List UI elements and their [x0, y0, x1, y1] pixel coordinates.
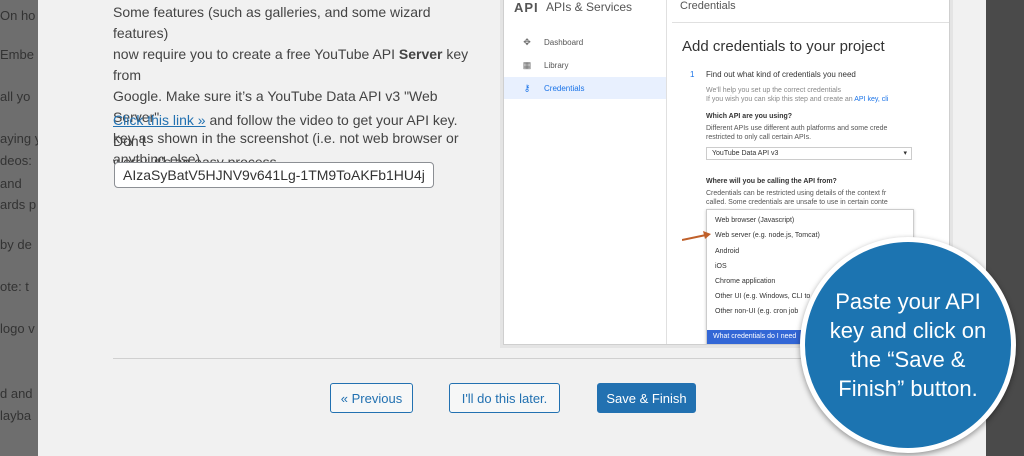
screenshot-nav-dashboard: ✥ Dashboard [504, 31, 666, 53]
screenshot-question: Where will you be calling the API from? [706, 178, 837, 185]
diamond-icon: ✥ [523, 36, 531, 47]
screenshot-question-desc: Credentials can be restricted using deta… [706, 190, 887, 197]
bg-fragment: ards p [0, 197, 37, 212]
screenshot-question: Which API are you using? [706, 113, 793, 120]
bg-fragment: all yo [0, 89, 31, 104]
save-finish-button[interactable]: Save & Finish [597, 383, 696, 413]
screenshot-option: Chrome application [715, 278, 776, 285]
screenshot-step-title: Find out what kind of credentials you ne… [706, 70, 856, 79]
screenshot-section-title: APIs & Services [546, 0, 633, 14]
screenshot-question-desc: Different APIs use different auth platfo… [706, 125, 888, 132]
bg-fragment: On ho [0, 8, 36, 23]
callout-text: Paste your API key and click on the “Sav… [829, 289, 987, 401]
grid-icon: ▦ [522, 59, 532, 70]
screenshot-help: If you wish you can skip this step and c… [706, 96, 889, 103]
bg-fragment: layba [0, 408, 32, 423]
footer-divider [113, 358, 873, 359]
chevron-down-icon: ▾ [903, 150, 907, 157]
screenshot-option: Web browser (Javascript) [715, 217, 795, 224]
do-later-button[interactable]: I'll do this later. [449, 383, 560, 413]
bg-fragment: by de [0, 237, 32, 252]
api-key-link[interactable]: Click this link » [113, 112, 206, 128]
instruction-callout: Paste your API key and click on the “Sav… [800, 237, 1016, 453]
screenshot-option: Web server (e.g. node.js, Tomcat) [715, 232, 820, 239]
screenshot-option: Android [715, 248, 740, 255]
screenshot-divider [672, 22, 949, 23]
screenshot-option: iOS [715, 263, 727, 270]
screenshot-nav-credentials: ⚷ Credentials [504, 77, 666, 99]
screenshot-option: Other UI (e.g. Windows, CLI to [715, 293, 811, 300]
screenshot-api-select: YouTube Data API v3 ▾ [706, 147, 912, 160]
bg-fragment: d and [0, 386, 33, 401]
screenshot-option: Other non-UI (e.g. cron job [715, 308, 799, 315]
bg-fragment: deos: [0, 153, 32, 168]
screenshot-step-number: 1 [690, 70, 695, 79]
screenshot-sidebar: API APIs & Services ✥ Dashboard ▦ Library … [504, 0, 667, 344]
bg-fragment: logo v [0, 321, 35, 336]
api-key-input[interactable] [114, 162, 434, 188]
bg-fragment: Embe [0, 47, 34, 62]
arrow-icon [682, 231, 711, 241]
intro-line: Some features (such as galleries, and so… [113, 4, 431, 41]
intro-line: now require you to create a free YouTube… [113, 46, 469, 83]
screenshot-question-desc: called. Some credentials are unsafe to u… [706, 199, 888, 206]
screenshot-nav-library: ▦ Library [504, 54, 666, 76]
key-icon: ⚷ [523, 82, 531, 93]
bg-fragment: and [0, 176, 22, 191]
api-logo: API [514, 0, 539, 15]
previous-button[interactable]: « Previous [330, 383, 413, 413]
bg-fragment: aying y [0, 131, 42, 146]
screenshot-question-desc: restricted to only call certain APIs. [706, 134, 812, 141]
screenshot-header: Credentials [680, 0, 736, 12]
screenshot-help: We'll help you set up the correct creden… [706, 87, 842, 94]
screenshot-add-title: Add credentials to your project [682, 38, 885, 55]
bg-fragment: ote: t [0, 279, 29, 294]
